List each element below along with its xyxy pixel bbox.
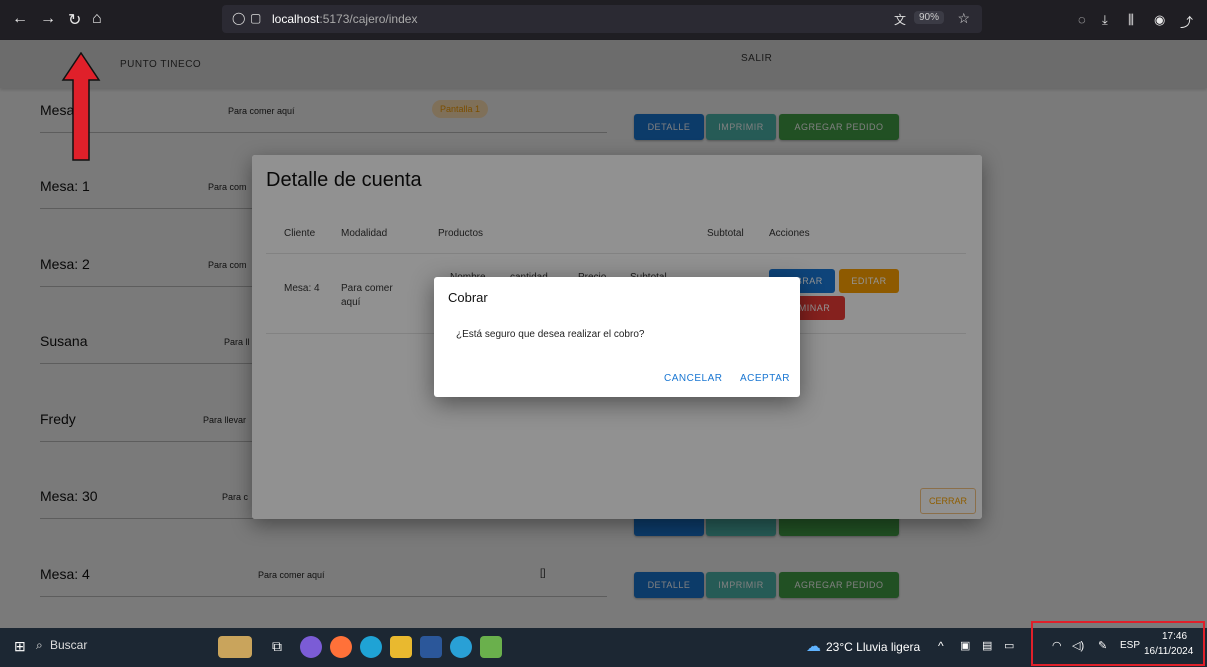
confirm-dialog: Cobrar ¿Está seguro que desea realizar e… [434,277,800,397]
url-text[interactable]: localhost:5173/cajero/index [272,12,417,26]
home-icon[interactable]: ⌂ [92,10,102,28]
extensions-icon[interactable]: ⤴ [1180,12,1193,31]
tray-chevron-icon[interactable]: ^ [938,639,944,653]
account-icon[interactable]: ◉ [1154,12,1165,28]
download-icon[interactable]: ⤓ [1102,12,1108,28]
task-view-icon[interactable]: ⧉ [272,638,282,655]
copilot-icon[interactable] [300,636,322,658]
bookmark-star-icon[interactable]: ☆ [957,10,970,27]
firefox-icon[interactable] [330,636,352,658]
taskbar: ⊞ ⌕ Buscar ⧉ ☁ 23°C Lluvia ligera ^ ▣ ▤ … [0,628,1207,667]
confirm-message: ¿Está seguro que desea realizar el cobro… [456,329,645,340]
url-host: localhost [272,12,320,26]
address-bar[interactable]: ◯ ▢ localhost:5173/cajero/index 文 90% ☆ [222,5,982,33]
red-box-annotation [1031,621,1205,666]
translate-icon[interactable]: 文 [894,11,906,28]
weather-icon: ☁ [806,638,821,655]
shield-icon[interactable]: ◯ [232,11,245,25]
reload-icon[interactable]: ↻ [68,10,81,30]
edge-icon[interactable] [360,636,382,658]
browser-toolbar: ← → ↻ ⌂ ◯ ▢ localhost:5173/cajero/index … [0,0,1207,40]
zoom-badge[interactable]: 90% [913,11,944,24]
accept-button[interactable]: ACEPTAR [740,373,790,384]
search-icon[interactable]: ⌕ [36,638,43,653]
red-arrow-annotation [61,52,101,161]
forward-icon[interactable]: → [40,10,56,28]
url-path: :5173/cajero/index [319,12,418,26]
taskbar-search[interactable]: Buscar [50,638,87,652]
battery-icon[interactable]: ▭ [1004,639,1014,652]
page-icon: ▢ [250,11,262,25]
app-icon[interactable] [450,636,472,658]
app-icon-green[interactable] [480,636,502,658]
tray-app-icon[interactable]: ▣ [960,639,970,652]
tray-app2-icon[interactable]: ▤ [982,639,992,652]
pocket-icon[interactable]: ◌ [1078,12,1086,27]
weather-text[interactable]: 23°C Lluvia ligera [826,640,920,654]
back-icon[interactable]: ← [12,10,28,28]
library-icon[interactable]: ⫼ [1128,12,1134,28]
word-icon[interactable] [420,636,442,658]
file-explorer-icon[interactable] [390,636,412,658]
confirm-title: Cobrar [448,290,488,305]
cancel-button[interactable]: CANCELAR [664,373,722,384]
windows-start-icon[interactable]: ⊞ [14,638,26,655]
widget-icon[interactable] [218,636,252,658]
